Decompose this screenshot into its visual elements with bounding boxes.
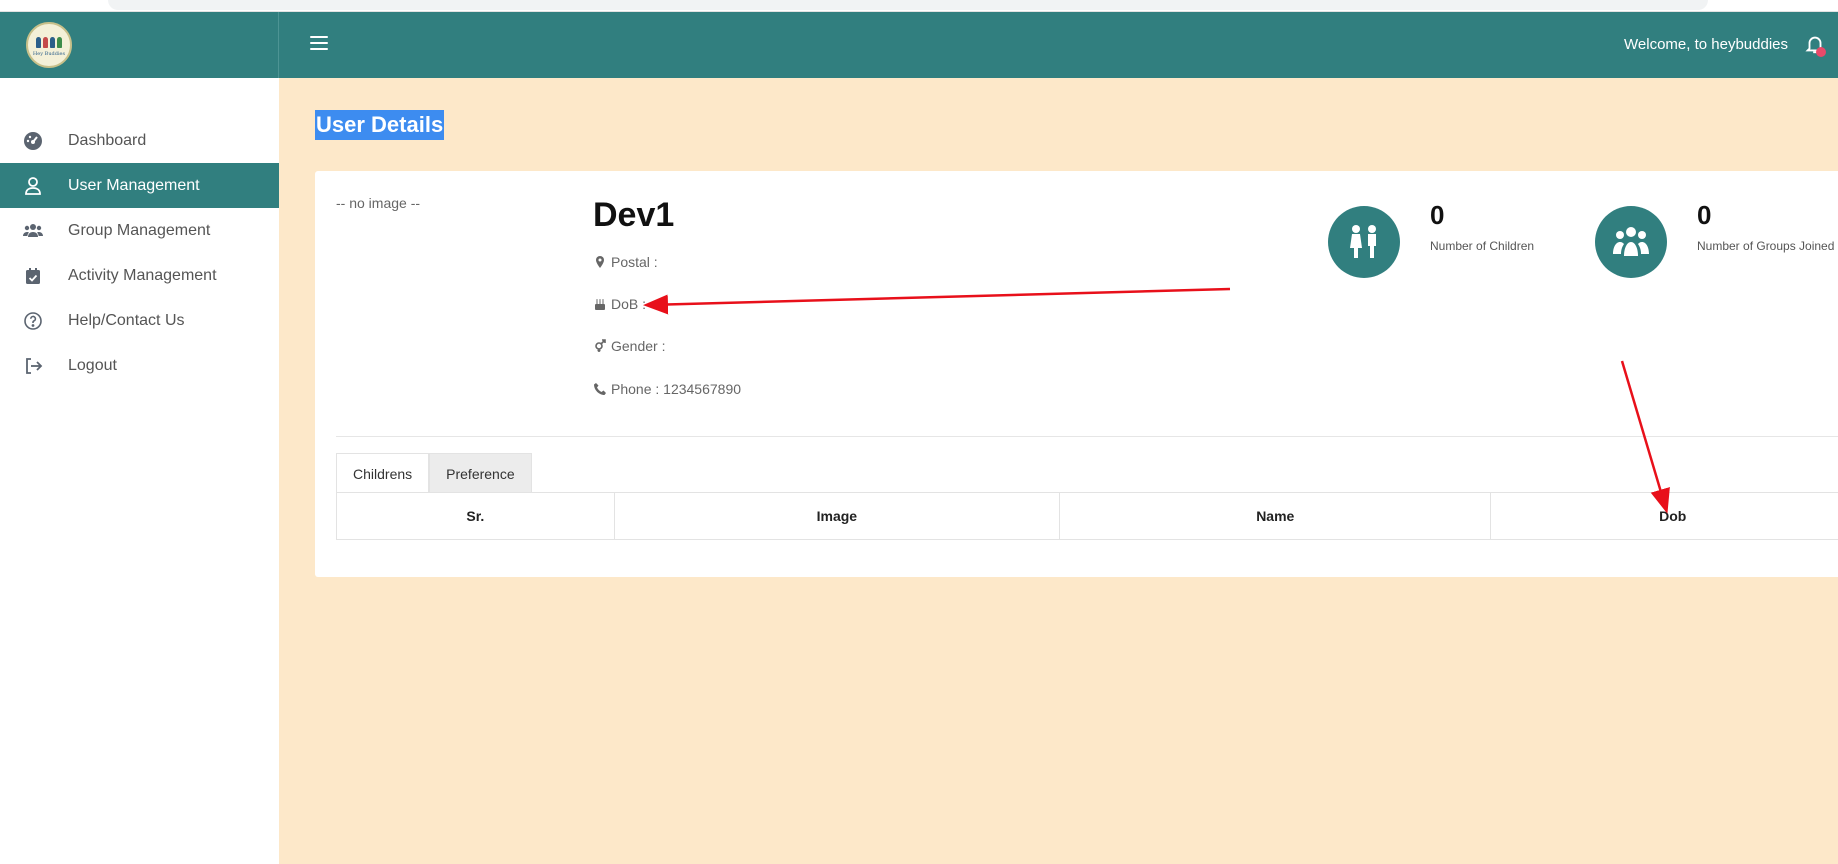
users-icon (22, 220, 44, 242)
group-icon (1595, 206, 1667, 278)
welcome-text: Welcome, to heybuddies (1624, 36, 1788, 53)
dob-row: DoB : (593, 296, 646, 312)
gender-icon (593, 339, 607, 353)
hey-buddies-logo[interactable]: Hey Buddies (26, 22, 72, 68)
postal-label: Postal : (611, 254, 658, 270)
user-name: Dev1 (593, 196, 675, 234)
brand-area: Hey Buddies (0, 12, 279, 78)
birthday-cake-icon (593, 297, 607, 311)
column-header-name[interactable]: Name (1060, 493, 1492, 539)
groups-label: Number of Groups Joined (1697, 239, 1835, 253)
map-marker-icon (593, 255, 607, 269)
sidebar-item-dashboard[interactable]: Dashboard (0, 118, 279, 163)
sidebar-item-group-management[interactable]: Group Management (0, 208, 279, 253)
logo-figures (36, 37, 62, 48)
phone-row: Phone : 1234567890 (593, 381, 741, 397)
sidebar-item-label: Activity Management (68, 266, 217, 284)
question-circle-icon (22, 310, 44, 332)
calendar-check-icon (22, 265, 44, 287)
children-label: Number of Children (1430, 239, 1535, 253)
gender-row: Gender : (593, 338, 665, 354)
gender-label: Gender : (611, 338, 666, 354)
groups-count: 0 (1697, 200, 1712, 230)
sidebar-item-activity-management[interactable]: Activity Management (0, 253, 279, 298)
sidebar-item-user-management[interactable]: User Management (0, 163, 279, 208)
bell-icon[interactable] (1804, 33, 1826, 57)
sidebar-item-label: User Management (68, 176, 200, 194)
children-icon (1328, 206, 1400, 278)
phone-label: Phone : 1234567890 (611, 381, 742, 397)
details-tabs: Childrens Preference (336, 453, 532, 493)
sidebar-item-help-contact[interactable]: Help/Contact Us (0, 298, 279, 343)
user-icon (22, 175, 44, 197)
top-navbar: Hey Buddies Welcome, to heybuddies (0, 12, 1838, 78)
children-count: 0 (1430, 200, 1445, 230)
user-details-card: -- no image -- Dev1 Postal : DoB : Gende… (315, 171, 1838, 577)
sidebar-item-label: Logout (68, 356, 117, 374)
dob-label: DoB : (611, 296, 647, 312)
sidebar-item-label: Help/Contact Us (68, 311, 185, 329)
sidebar-item-logout[interactable]: Logout (0, 343, 279, 388)
children-stat: 0 Number of Children (1328, 200, 1535, 278)
column-header-dob[interactable]: Dob (1491, 493, 1838, 539)
browser-url-bar[interactable] (108, 0, 1708, 10)
tab-childrens[interactable]: Childrens (336, 453, 430, 493)
sign-out-icon (22, 355, 44, 377)
page-title: User Details (315, 110, 445, 140)
logo-text: Hey Buddies (32, 51, 66, 57)
postal-row: Postal : (593, 254, 658, 270)
dashboard-icon (22, 130, 44, 152)
browser-address-strip (0, 0, 1838, 12)
column-header-sr[interactable]: Sr. (337, 493, 615, 539)
notification-badge (1816, 47, 1826, 57)
no-image-placeholder: -- no image -- (336, 195, 421, 211)
sidebar-item-label: Dashboard (68, 131, 147, 149)
children-table: Sr. Image Name Dob (336, 492, 1838, 540)
sidebar-item-label: Group Management (68, 221, 211, 239)
phone-icon (593, 382, 607, 396)
column-header-image[interactable]: Image (615, 493, 1061, 539)
section-divider (336, 436, 1838, 437)
sidebar: Dashboard User Management Group Manageme… (0, 78, 279, 864)
groups-stat: 0 Number of Groups Joined (1595, 200, 1835, 278)
menu-toggle-icon[interactable] (310, 36, 328, 50)
tab-preference[interactable]: Preference (429, 453, 532, 493)
